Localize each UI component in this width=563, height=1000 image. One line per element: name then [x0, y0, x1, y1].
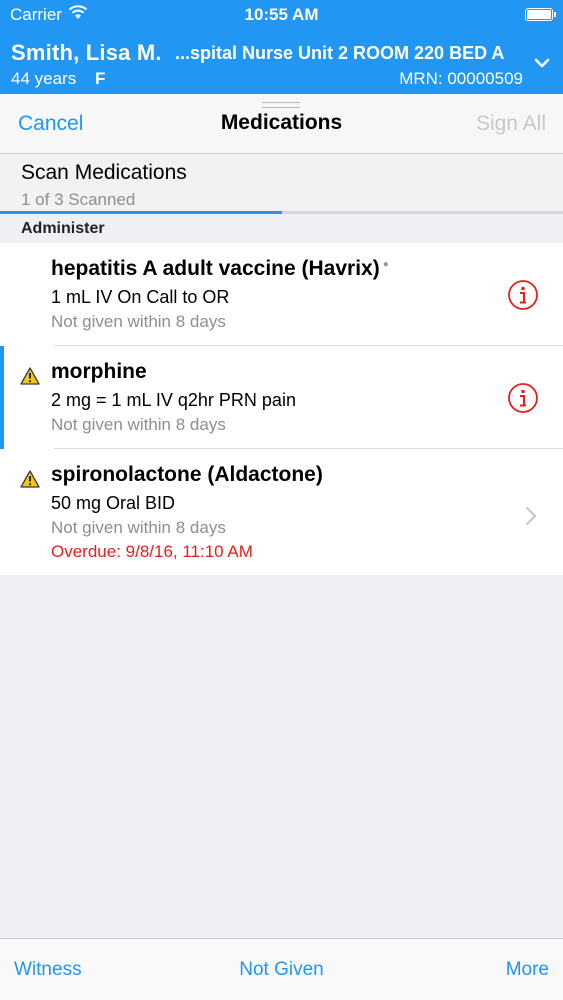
scan-progress-fill [0, 211, 282, 214]
info-icon[interactable] [507, 279, 539, 311]
patient-banner[interactable]: Smith, Lisa M. ...spital Nurse Unit 2 RO… [0, 30, 563, 94]
bottom-toolbar: Witness Not Given More [0, 938, 563, 1000]
medication-row[interactable]: spironolactone (Aldactone) 50 mg Oral BI… [0, 449, 563, 575]
medication-name: morphine [51, 360, 147, 383]
medication-status: Not given within 8 days [51, 312, 226, 331]
medication-dose: 50 mg Oral BID [51, 493, 176, 513]
chevron-down-icon[interactable] [533, 54, 551, 72]
medication-status: Not given within 8 days [51, 415, 226, 434]
section-header: Administer [0, 216, 563, 243]
section-title: Administer [21, 220, 105, 237]
not-given-button[interactable]: Not Given [0, 959, 563, 981]
more-button[interactable]: More [506, 959, 549, 981]
medication-name: spironolactone (Aldactone) [51, 463, 323, 486]
patient-location: ...spital Nurse Unit 2 ROOM 220 BED A [175, 43, 505, 63]
clock: 10:55 AM [244, 5, 319, 24]
medication-dose: 2 mg = 1 mL IV q2hr PRN pain [51, 390, 296, 410]
patient-mrn: MRN: 00000509 [399, 69, 523, 88]
scan-medications-section[interactable]: Scan Medications 1 of 3 Scanned [0, 154, 563, 214]
patient-age: 44 years [11, 69, 77, 88]
medication-name: hepatitis A adult vaccine (Havrix) ● [51, 257, 389, 280]
patient-sex: F [95, 69, 106, 88]
medication-list: hepatitis A adult vaccine (Havrix) ● 1 mL… [0, 243, 563, 575]
medication-row[interactable]: hepatitis A adult vaccine (Havrix) ● 1 mL… [0, 243, 563, 346]
warning-icon [20, 367, 40, 385]
medication-status: Not given within 8 days [51, 518, 226, 537]
patient-name: Smith, Lisa M. [11, 40, 162, 65]
sign-all-button[interactable]: Sign All [476, 112, 546, 136]
overdue-label: Overdue: 9/8/16, 11:10 AM [51, 542, 253, 561]
dot-icon: ● [382, 259, 389, 270]
scan-count: 1 of 3 Scanned [21, 190, 136, 209]
nav-bar: Cancel Medications Sign All [0, 94, 563, 154]
medication-dose: 1 mL IV On Call to OR [51, 287, 230, 307]
chevron-right-icon[interactable] [524, 506, 538, 526]
medication-row[interactable]: morphine 2 mg = 1 mL IV q2hr PRN pain No… [0, 346, 563, 449]
scan-progress-bar [0, 211, 563, 214]
status-bar: Carrier 10:55 AM [0, 0, 563, 30]
warning-icon [20, 470, 40, 488]
drag-handle[interactable] [262, 102, 300, 108]
info-icon[interactable] [507, 382, 539, 414]
scan-title: Scan Medications [21, 161, 187, 184]
battery-icon [525, 8, 556, 21]
